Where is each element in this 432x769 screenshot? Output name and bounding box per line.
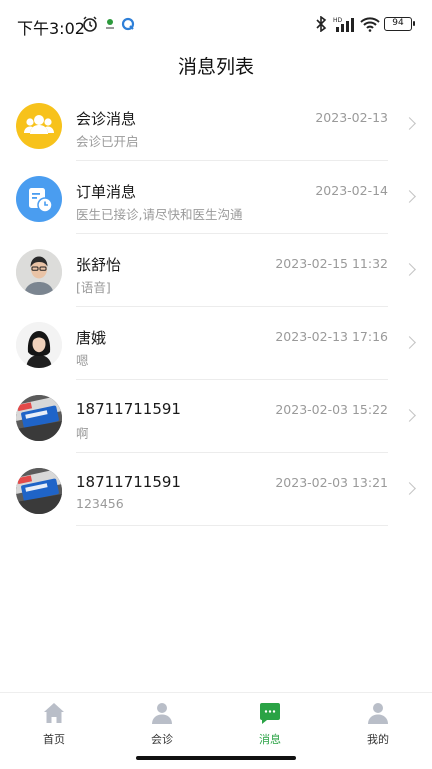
divider — [76, 160, 388, 161]
divider — [76, 233, 388, 234]
cellular-signal-icon: HD — [333, 15, 355, 33]
battery-indicator: 94 — [384, 17, 415, 31]
chat-icon — [258, 701, 282, 725]
bluetooth-icon — [315, 15, 327, 33]
message-preview: 会诊已开启 — [76, 134, 139, 149]
person-icon — [150, 701, 174, 725]
message-time: 2023-02-03 15:22 — [275, 402, 388, 417]
page-title: 消息列表 — [177, 56, 254, 78]
message-preview: 医生已接诊,请尽快和医生沟通 — [76, 207, 243, 222]
tab-consult[interactable]: 会诊 — [108, 701, 216, 749]
message-sender: 会诊消息 — [76, 110, 137, 128]
message-sender: 18711711591 — [76, 400, 181, 418]
message-item-chat[interactable]: 18711711591 123456 2023-02-03 13:21 — [0, 454, 432, 526]
message-item-order[interactable]: 订单消息 医生已接诊,请尽快和医生沟通 2023-02-14 — [0, 162, 432, 234]
message-sender: 18711711591 — [76, 473, 181, 491]
message-item-chat[interactable]: 18711711591 啊 2023-02-03 15:22 — [0, 381, 432, 453]
tab-label: 首页 — [43, 733, 65, 746]
chevron-right-icon — [403, 263, 416, 276]
chevron-right-icon — [403, 336, 416, 349]
avatar — [16, 468, 62, 514]
message-sender: 订单消息 — [76, 183, 137, 201]
order-clock-icon — [16, 176, 62, 222]
message-preview: [语音] — [76, 280, 111, 295]
message-preview: 123456 — [76, 496, 124, 511]
chevron-right-icon — [403, 190, 416, 203]
profile-icon — [366, 701, 390, 725]
tab-messages[interactable]: 消息 — [216, 701, 324, 749]
tab-label: 会诊 — [151, 733, 173, 746]
divider — [76, 525, 388, 526]
message-item-consult[interactable]: 会诊消息 会诊已开启 2023-02-13 — [0, 89, 432, 161]
home-icon — [42, 701, 66, 725]
message-time: 2023-02-15 11:32 — [275, 256, 388, 271]
message-time: 2023-02-13 — [315, 110, 388, 125]
message-time: 2023-02-13 17:16 — [275, 329, 388, 344]
divider — [76, 452, 388, 453]
message-preview: 嗯 — [76, 353, 89, 368]
consult-group-icon — [16, 103, 62, 149]
status-time: 下午3:02 — [17, 19, 85, 38]
tab-label: 消息 — [259, 733, 281, 746]
network-type-label: HD — [333, 17, 343, 24]
tab-label: 我的 — [367, 733, 389, 746]
divider — [76, 379, 388, 380]
avatar — [16, 322, 62, 368]
tab-profile[interactable]: 我的 — [324, 701, 432, 749]
divider — [76, 306, 388, 307]
wifi-icon — [360, 15, 380, 33]
message-item-chat[interactable]: 张舒怡 [语音] 2023-02-15 11:32 — [0, 235, 432, 307]
chevron-right-icon — [403, 409, 416, 422]
avatar — [16, 395, 62, 441]
message-sender: 张舒怡 — [76, 256, 122, 274]
app-notification-icon — [104, 15, 116, 33]
message-preview: 啊 — [76, 426, 89, 441]
message-time: 2023-02-14 — [315, 183, 388, 198]
home-indicator[interactable] — [136, 756, 296, 760]
app-notification-icon — [121, 15, 135, 33]
alarm-icon — [82, 15, 98, 33]
tab-home[interactable]: 首页 — [0, 701, 108, 749]
message-item-chat[interactable]: 唐娥 嗯 2023-02-13 17:16 — [0, 308, 432, 380]
message-sender: 唐娥 — [76, 329, 107, 347]
chevron-right-icon — [403, 482, 416, 495]
message-time: 2023-02-03 13:21 — [275, 475, 388, 490]
chevron-right-icon — [403, 117, 416, 130]
avatar — [16, 249, 62, 295]
status-bar: 下午3:02 HD 94 — [0, 0, 432, 50]
